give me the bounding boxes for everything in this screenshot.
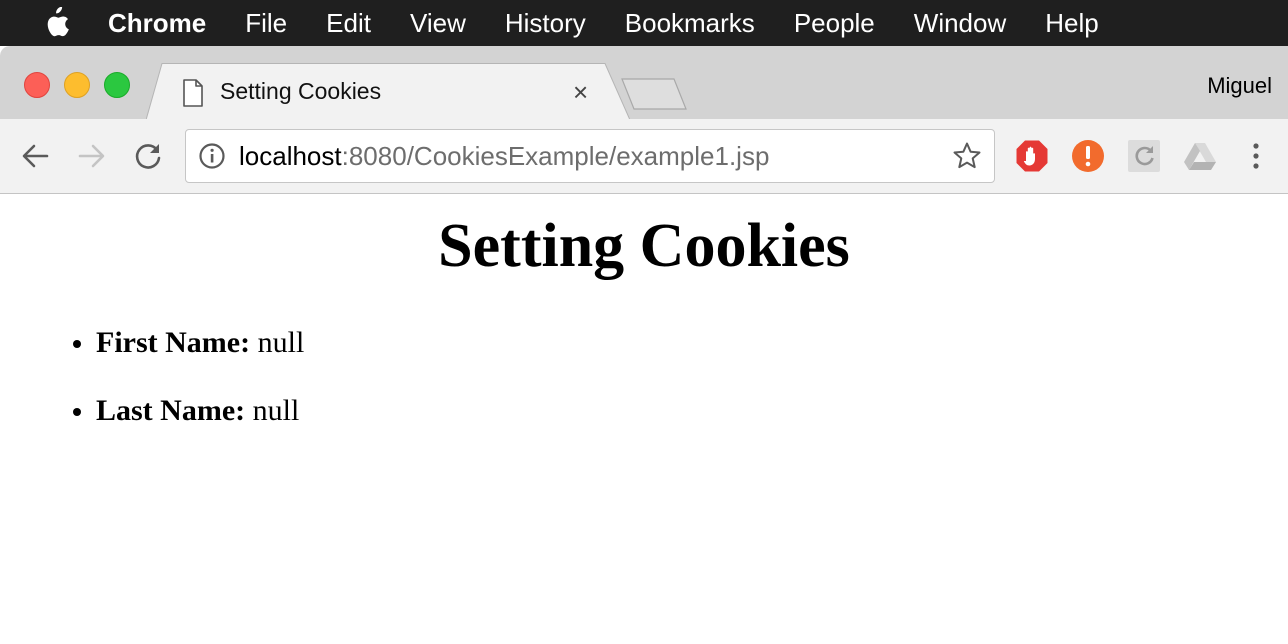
sync-icon[interactable] [1127, 139, 1161, 173]
new-tab-button[interactable] [620, 77, 688, 111]
window-zoom-button[interactable] [104, 72, 130, 98]
tab-title: Setting Cookies [220, 78, 382, 104]
last-name-label: Last Name: [96, 394, 246, 427]
forward-arrow-icon[interactable] [77, 141, 107, 171]
page-content: Setting Cookies First Name: null Last Na… [0, 194, 1288, 644]
more-vert-icon[interactable] [1244, 139, 1268, 173]
window-minimize-button[interactable] [64, 72, 90, 98]
list-item: First Name: null [96, 323, 304, 391]
url-path: :8080/CookiesExample/example1.jsp [341, 141, 770, 171]
url-text[interactable]: localhost:8080/CookiesExample/example1.j… [239, 141, 769, 172]
browser-toolbar: localhost:8080/CookiesExample/example1.j… [0, 119, 1288, 194]
list-item: Last Name: null [96, 391, 304, 459]
url-host: localhost [239, 141, 342, 171]
menu-help[interactable]: Help [1045, 8, 1098, 39]
menu-bar: Chrome File Edit View History Bookmarks … [0, 0, 1288, 46]
reload-icon[interactable] [133, 141, 163, 171]
profile-name[interactable]: Miguel [1207, 73, 1272, 99]
back-arrow-icon[interactable] [20, 141, 50, 171]
menu-history[interactable]: History [505, 8, 586, 39]
menu-bookmarks[interactable]: Bookmarks [625, 8, 755, 39]
menu-window[interactable]: Window [914, 8, 1006, 39]
menu-view[interactable]: View [410, 8, 466, 39]
star-icon[interactable] [952, 141, 982, 171]
menu-file[interactable]: File [245, 8, 287, 39]
tab-strip: Setting Cookies × Miguel [0, 46, 1288, 120]
window-close-button[interactable] [24, 72, 50, 98]
tab-active[interactable]: Setting Cookies × [146, 63, 630, 120]
last-name-value: null [252, 394, 300, 427]
alert-icon[interactable] [1071, 139, 1105, 173]
apple-logo-icon[interactable] [40, 7, 70, 39]
google-drive-icon[interactable] [1183, 139, 1217, 173]
tab-close-button[interactable]: × [573, 78, 588, 106]
menu-app-chrome[interactable]: Chrome [108, 8, 206, 39]
page-title: Setting Cookies [438, 212, 850, 280]
first-name-value: null [257, 326, 305, 359]
cookie-list: First Name: null Last Name: null [96, 323, 304, 459]
menu-people[interactable]: People [794, 8, 875, 39]
document-icon [183, 79, 203, 107]
address-bar[interactable]: localhost:8080/CookiesExample/example1.j… [185, 129, 995, 183]
info-icon[interactable] [198, 142, 226, 170]
adblock-icon[interactable] [1015, 139, 1049, 173]
first-name-label: First Name: [96, 326, 251, 359]
menu-edit[interactable]: Edit [326, 8, 371, 39]
